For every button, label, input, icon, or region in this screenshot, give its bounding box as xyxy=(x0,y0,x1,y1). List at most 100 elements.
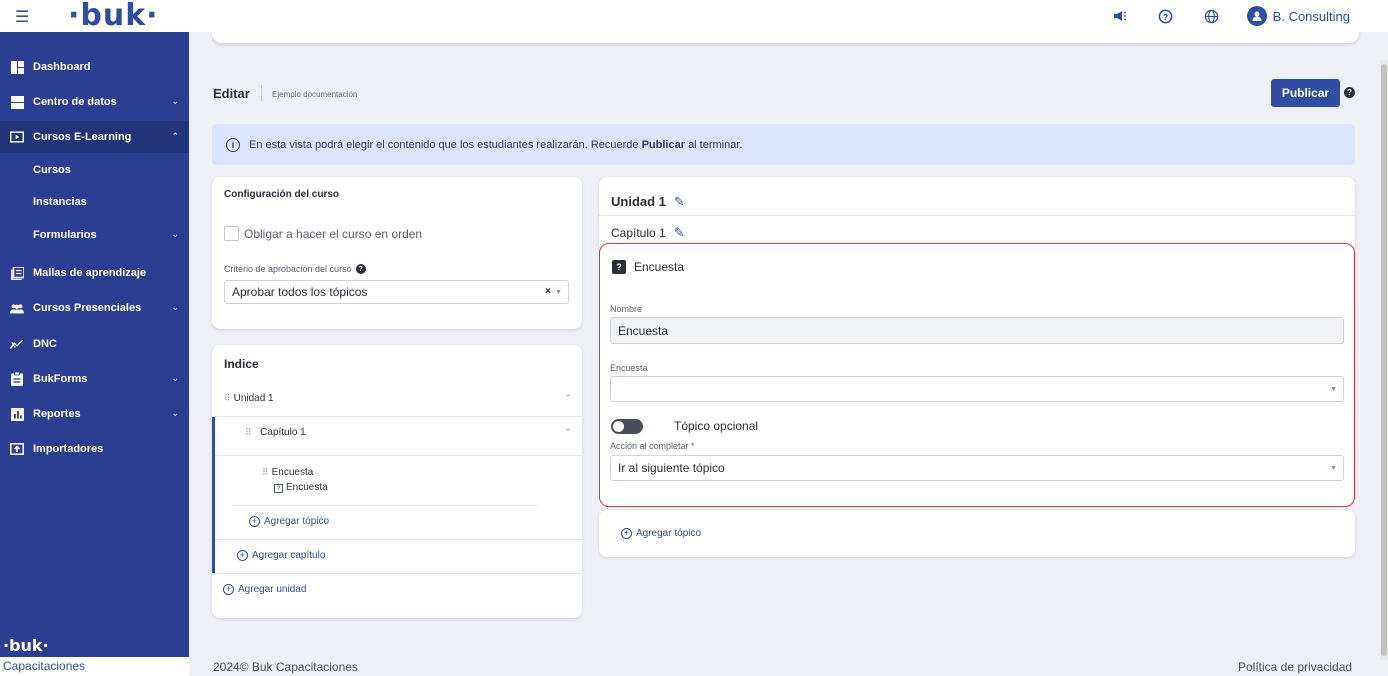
survey-icon: ? xyxy=(274,484,283,493)
sidebar-item-dashboard[interactable]: Dashboard xyxy=(0,51,189,83)
index-add-chapter-link[interactable]: + Agregar capítulo xyxy=(237,550,325,561)
user-menu[interactable]: B. Consulting xyxy=(1246,6,1350,26)
top-actions: ? B. Consulting xyxy=(1109,5,1350,27)
sidebar-item-formularios[interactable]: Formularios ⌄ xyxy=(0,219,189,251)
sidebar-item-cursos[interactable]: Cursos xyxy=(0,154,189,186)
action-select[interactable]: Ir al siguiente tópico ▼ xyxy=(610,455,1344,481)
chevron-down-icon: ⌄ xyxy=(171,96,179,106)
index-topic-row[interactable]: ⠿ Encuesta xyxy=(212,467,582,478)
plus-circle-icon: + xyxy=(621,528,632,539)
criteria-label-row: Criterio de aprobación del curso ? xyxy=(224,264,366,274)
group-icon xyxy=(10,301,24,315)
sidebar-item-label: Cursos E-Learning xyxy=(33,131,132,143)
plus-circle-icon: + xyxy=(237,550,248,561)
info-text-before: En esta vista podrá elegir el contenido … xyxy=(249,138,639,151)
editor-add-topic-link[interactable]: + Agregar tópico xyxy=(621,528,701,539)
chevron-up-icon[interactable]: ⌃ xyxy=(564,427,572,438)
sidebar-item-bukforms[interactable]: BukForms ⌄ xyxy=(0,363,189,395)
caret-down-icon: ▼ xyxy=(555,289,562,296)
index-card: Indice ⠿ Unidad 1 ⌃ ⠿ Capítulo 1 ⌃ ⠿ Encue… xyxy=(212,345,582,618)
clear-icon[interactable]: × xyxy=(545,286,551,297)
sidebar-item-label: Importadores xyxy=(33,443,104,455)
megaphone-icon[interactable] xyxy=(1109,5,1131,27)
index-topic-name: Encuesta xyxy=(271,467,314,478)
svg-text:?: ? xyxy=(1163,11,1168,21)
scrollbar-thumb[interactable] xyxy=(1381,64,1387,656)
sidebar-item-reportes[interactable]: Reportes ⌄ xyxy=(0,398,189,430)
order-label: Obligar a hacer el curso en orden xyxy=(244,227,423,241)
survey-label: Encuesta xyxy=(610,363,648,373)
sidebar-item-label: Centro de datos xyxy=(33,96,117,108)
sidebar-item-importadores[interactable]: Importadores xyxy=(0,433,189,465)
sidebar-item-cursos-e-learning[interactable]: Cursos E-Learning ⌃ xyxy=(0,121,189,153)
name-value: Encuesta xyxy=(618,323,669,338)
info-banner: i En esta vista podrá elegir el contenid… xyxy=(212,124,1355,165)
index-add-unit-link[interactable]: + Agregar unidad xyxy=(223,584,306,595)
index-unit-label: Unidad 1 xyxy=(233,393,274,404)
sidebar-item-label: Cursos Presenciales xyxy=(33,302,142,314)
survey-icon: ? xyxy=(612,260,626,274)
name-input[interactable]: Encuesta xyxy=(610,317,1344,344)
sidebar-item-mallas[interactable]: Mallas de aprendizaje xyxy=(0,257,189,289)
divider xyxy=(599,215,1355,216)
add-topic-card: + Agregar tópico xyxy=(599,510,1355,557)
plus-circle-icon: + xyxy=(223,584,234,595)
sidebar-item-label: Mallas de aprendizaje xyxy=(33,267,147,279)
drag-handle-icon[interactable]: ⠿ xyxy=(262,467,269,477)
divider xyxy=(212,416,582,417)
help-icon[interactable]: ? xyxy=(1155,5,1177,27)
edit-chapter-icon[interactable]: ✎ xyxy=(674,225,685,240)
info-text-after: al terminar. xyxy=(688,138,743,151)
sidebar-item-instancias[interactable]: Instancias xyxy=(0,186,189,218)
menu-icon[interactable]: ☰ xyxy=(15,7,29,27)
order-checkbox[interactable] xyxy=(224,226,239,241)
chevron-down-icon: ⌄ xyxy=(171,408,179,418)
index-add-topic-link[interactable]: + Agregar tópico xyxy=(249,516,329,527)
config-title: Configuración del curso xyxy=(224,189,340,200)
copyright: 2024© Buk Capacitaciones xyxy=(213,660,358,674)
drag-handle-icon[interactable]: ⠿ xyxy=(224,393,231,403)
unit-title: Unidad 1 xyxy=(611,194,666,209)
play-box-icon xyxy=(10,130,24,144)
index-chapter-row[interactable]: ⠿ Capítulo 1 ⌃ xyxy=(212,427,582,438)
app-name: Capacitaciones xyxy=(0,657,189,676)
page-title: Editar xyxy=(213,86,250,101)
criteria-help-icon[interactable]: ? xyxy=(355,264,366,274)
unit-card: Unidad 1 ✎ Capítulo 1 ✎ xyxy=(599,177,1355,247)
publish-help-icon[interactable]: ? xyxy=(1344,87,1355,98)
sidebar: Dashboard Centro de datos ⌄ Cursos E-Lea… xyxy=(0,32,189,676)
page-subtitle: Ejemplo documentación xyxy=(272,90,358,99)
sidebar-item-dnc[interactable]: DNC xyxy=(0,328,189,360)
publish-button[interactable]: Publicar xyxy=(1271,79,1340,107)
index-unit-row[interactable]: ⠿ Unidad 1 ⌃ xyxy=(212,393,582,404)
add-unit-label: Agregar unidad xyxy=(238,584,307,595)
chevron-up-icon[interactable]: ⌃ xyxy=(564,393,572,404)
survey-select[interactable]: ▼ xyxy=(610,376,1344,402)
sidebar-item-centro-de-datos[interactable]: Centro de datos ⌄ xyxy=(0,86,189,118)
chart-icon xyxy=(10,407,24,421)
optional-label: Tópico opcional xyxy=(674,419,759,433)
dashboard-icon xyxy=(10,60,24,74)
avatar-icon xyxy=(1246,6,1267,26)
trend-icon xyxy=(10,337,24,351)
sidebar-item-label: DNC xyxy=(33,338,57,350)
buk-logo[interactable]: ·buk· xyxy=(68,0,159,33)
top-bar: ☰ ·buk· ? B. Consulting xyxy=(0,0,1388,33)
privacy-link[interactable]: Política de privacidad xyxy=(1238,660,1352,674)
sidebar-item-label: Instancias xyxy=(33,196,87,208)
caret-down-icon: ▼ xyxy=(1330,386,1337,393)
clipboard-icon xyxy=(10,372,24,386)
title-divider xyxy=(261,85,262,101)
course-config-card: Configuración del curso Obligar a hacer … xyxy=(212,177,582,329)
sidebar-item-label: Cursos xyxy=(33,164,71,176)
add-chapter-label: Agregar capítulo xyxy=(252,550,326,561)
edit-unit-icon[interactable]: ✎ xyxy=(674,194,685,209)
drag-handle-icon[interactable]: ⠿ xyxy=(245,427,252,437)
sidebar-item-label: Reportes xyxy=(33,408,81,420)
globe-icon[interactable] xyxy=(1201,5,1223,27)
library-icon xyxy=(10,266,24,280)
optional-toggle[interactable] xyxy=(611,419,643,434)
sidebar-item-cursos-presenciales[interactable]: Cursos Presenciales ⌄ xyxy=(0,292,189,324)
criteria-select[interactable]: Aprobar todos los tópicos × ▼ xyxy=(224,280,569,304)
divider xyxy=(215,455,582,456)
